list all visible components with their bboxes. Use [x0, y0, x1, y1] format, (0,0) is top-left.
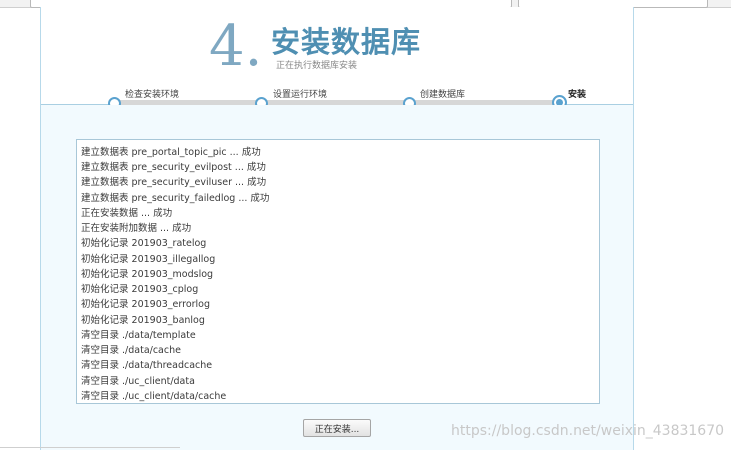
installer-header: 4. 安装数据库 正在执行数据库安装 检查安装环境 设置运行环境 创建数据库 安…	[41, 7, 633, 105]
log-line: 清空目录 ./uc_client/data	[81, 376, 195, 387]
log-line: 初始化记录 201903_banlog	[81, 315, 205, 326]
installer-page: 4. 安装数据库 正在执行数据库安装 检查安装环境 设置运行环境 创建数据库 安…	[40, 7, 634, 450]
install-log[interactable]: 建立数据表 pre_portal_topic_pic ... 成功 建立数据表 …	[76, 139, 600, 404]
step-label-install: 安装	[568, 90, 587, 100]
step-label-check-environment: 检查安装环境	[125, 90, 180, 100]
log-line: 建立数据表 pre_portal_topic_pic ... 成功	[81, 147, 261, 158]
log-line: 初始化记录 201903_modslog	[81, 269, 214, 280]
bottom-divider	[0, 447, 180, 448]
log-line: 清空目录 ./data/threadcache	[81, 360, 213, 371]
install-content-area: 建立数据表 pre_portal_topic_pic ... 成功 建立数据表 …	[41, 105, 633, 450]
page-subtitle: 正在执行数据库安装	[276, 61, 358, 71]
log-line: 初始化记录 201903_cplog	[81, 284, 199, 295]
step-label-create-database: 创建数据库	[420, 90, 466, 100]
log-line: 正在安装附加数据 ... 成功	[81, 223, 192, 234]
log-line: 建立数据表 pre_security_failedlog ... 成功	[81, 193, 270, 204]
log-line: 清空目录 ./data/template	[81, 330, 196, 341]
page-title: 安装数据库	[271, 25, 422, 59]
log-line: 建立数据表 pre_security_evilpost ... 成功	[81, 162, 266, 173]
log-line: 初始化记录 201903_illegallog	[81, 254, 216, 265]
log-line: 清空目录 ./data/cache	[81, 345, 181, 356]
step-label-configure-environment: 设置运行环境	[273, 90, 328, 100]
log-line: 正在安装数据 ... 成功	[81, 208, 173, 219]
watermark: https://blog.csdn.net/weixin_43831670	[451, 423, 725, 439]
log-line: 初始化记录 201903_ratelog	[81, 238, 207, 249]
installing-button[interactable]: 正在安装...	[303, 419, 371, 437]
log-line: 初始化记录 201903_errorlog	[81, 299, 211, 310]
log-line: 建立数据表 pre_security_eviluser ... 成功	[81, 177, 267, 188]
log-line: 清空目录 ./uc_client/data/cache	[81, 391, 227, 402]
step-number: 4.	[209, 14, 263, 79]
